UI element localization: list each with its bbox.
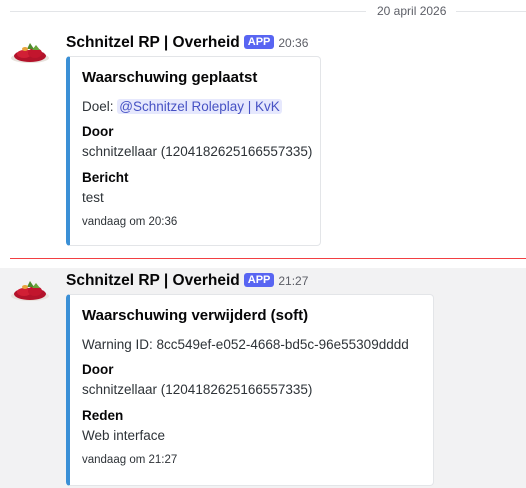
timestamp[interactable]: 21:27 <box>278 274 308 288</box>
app-badge: APP <box>243 35 275 49</box>
new-message-divider <box>10 258 526 259</box>
embed: Waarschuwing geplaatst Doel: @Schnitzel … <box>66 56 321 246</box>
message[interactable]: Schnitzel RP | Overheid APP 21:27 Waarschu… <box>0 268 526 488</box>
embed-title: Waarschuwing verwijderd (soft) <box>82 307 309 324</box>
author-name[interactable]: Schnitzel RP | Overheid <box>66 272 240 289</box>
author-name[interactable]: Schnitzel RP | Overheid <box>66 34 240 51</box>
date-divider: 20 april 2026 <box>0 0 526 22</box>
field-value-door: schnitzellaar (1204182625166557335) <box>82 144 313 159</box>
embed-footer: vandaag om 20:36 <box>82 216 178 228</box>
field-value-reden: Web interface <box>82 428 166 443</box>
date-divider-label: 20 april 2026 <box>377 4 447 18</box>
field-name-door: Door <box>82 124 114 139</box>
field-value-door: schnitzellaar (1204182625166557335) <box>82 382 313 397</box>
role-mention[interactable]: @Schnitzel Roleplay | KvK <box>117 99 282 114</box>
embed-footer: vandaag om 21:27 <box>82 454 178 466</box>
message-header: Schnitzel RP | Overheid APP 20:36 <box>66 34 308 54</box>
field-name-door: Door <box>82 362 114 377</box>
field-name-reden: Reden <box>82 408 124 423</box>
message-header: Schnitzel RP | Overheid APP 21:27 <box>66 272 308 292</box>
embed-description-prefix: Doel: <box>82 99 118 114</box>
app-badge: APP <box>243 273 275 287</box>
embed-title: Waarschuwing geplaatst <box>82 69 258 86</box>
field-name-bericht: Bericht <box>82 170 129 185</box>
divider-line <box>10 11 366 12</box>
field-value-bericht: test <box>82 190 104 205</box>
embed-description: Doel: @Schnitzel Roleplay | KvK <box>82 99 282 114</box>
embed-description: Warning ID: 8cc549ef-e052-4668-bd5c-96e5… <box>82 337 409 352</box>
avatar[interactable] <box>10 40 50 64</box>
embed: Waarschuwing verwijderd (soft) Warning I… <box>66 294 434 486</box>
divider-line <box>456 11 526 12</box>
message[interactable]: Schnitzel RP | Overheid APP 20:36 Waarschu… <box>0 30 526 250</box>
avatar[interactable] <box>10 278 50 302</box>
timestamp[interactable]: 20:36 <box>278 36 308 50</box>
